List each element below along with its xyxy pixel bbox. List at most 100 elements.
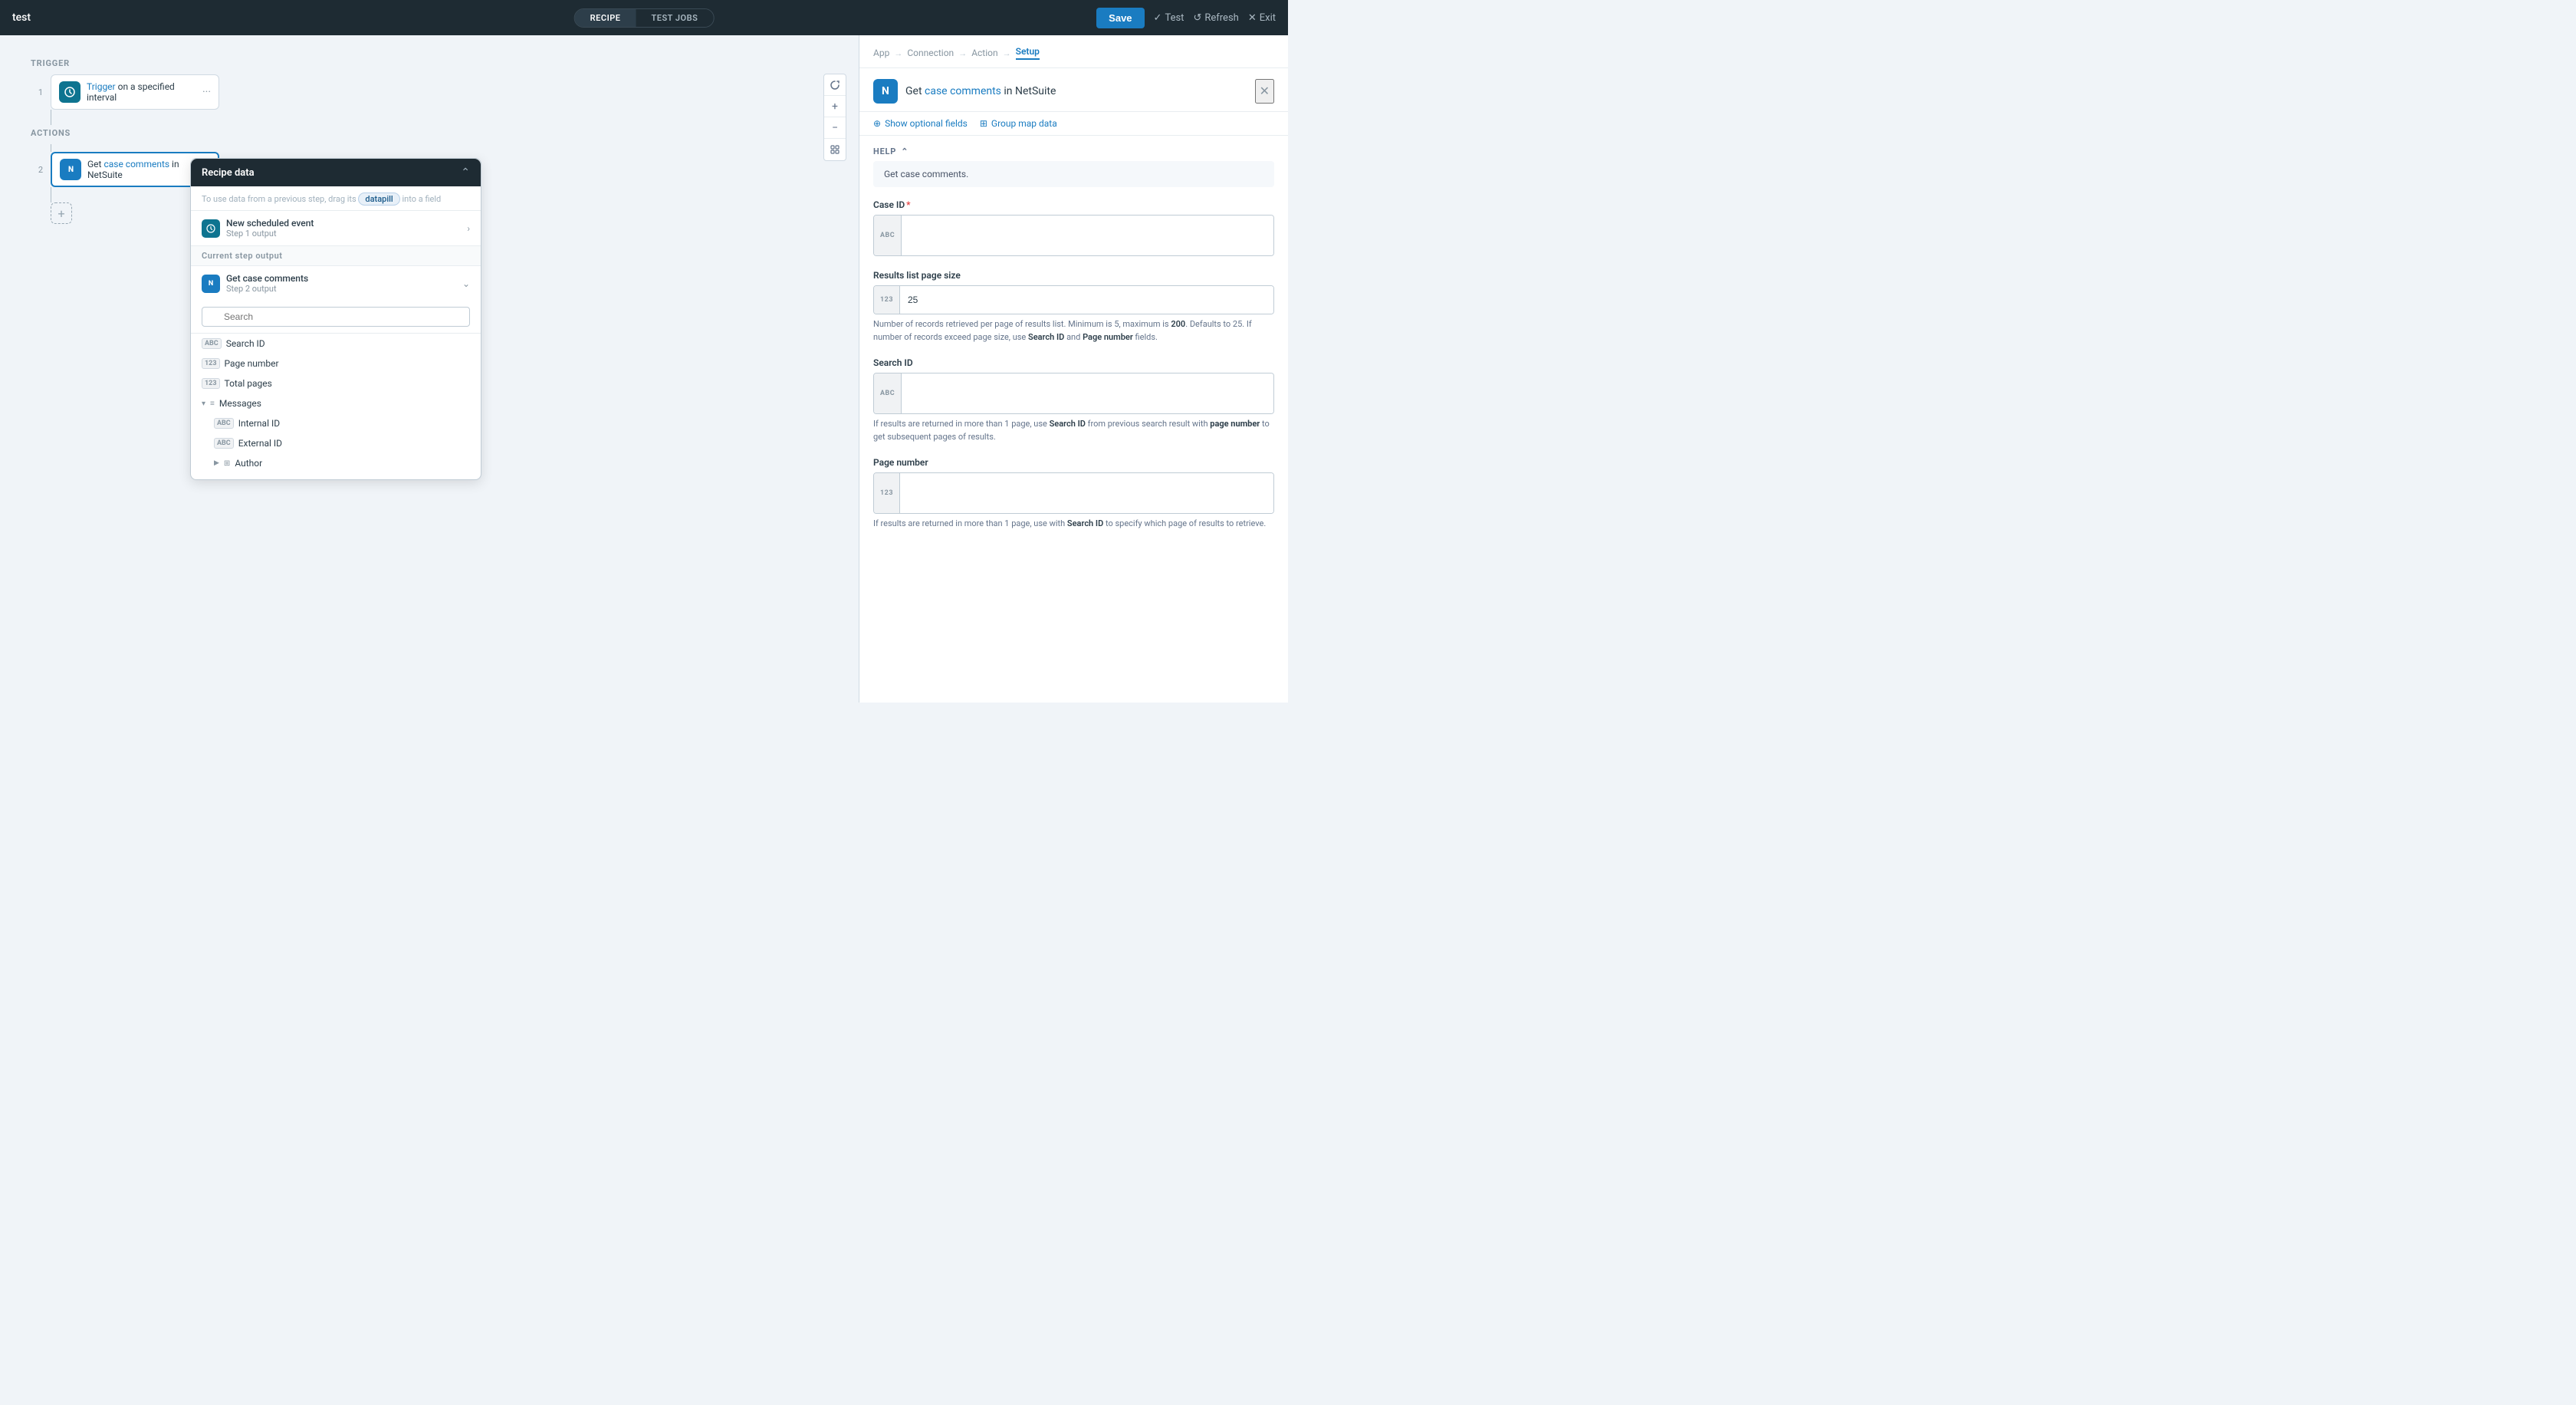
- rdp-step1-item[interactable]: New scheduled event Step 1 output ›: [191, 211, 481, 246]
- rdp-step2-name: Get case comments: [226, 273, 308, 284]
- bc-arrow-2: →: [958, 48, 967, 58]
- rdp-field-total-pages[interactable]: 123 Total pages: [191, 373, 481, 393]
- results-list-section: Results list page size 123 Number of rec…: [873, 270, 1274, 344]
- canvas-area: TRIGGER 1 Trigger on a specified interva…: [0, 35, 859, 702]
- action-text: Get case comments in NetSuite: [87, 159, 196, 180]
- rdp-step1-sub: Step 1 output: [226, 229, 314, 239]
- rdp-step1-chevron: ›: [467, 223, 470, 234]
- search-id-type-badge: ABC: [874, 373, 902, 413]
- rdp-group-author[interactable]: ▶ ⊞ Author: [191, 453, 481, 473]
- rdp-collapse-icon[interactable]: ⌃: [461, 166, 470, 179]
- top-bar-actions: Save ✓ Test ↺ Refresh ✕ Exit: [1096, 8, 1276, 28]
- save-button[interactable]: Save: [1096, 8, 1144, 28]
- page-number-input-wrap: 123: [873, 472, 1274, 514]
- trigger-icon: [59, 81, 80, 103]
- add-step-button[interactable]: +: [51, 202, 72, 224]
- rdp-list-icon: ≡: [210, 400, 215, 408]
- group-icon: ⊞: [980, 118, 987, 129]
- panel-action-title: Get case comments in NetSuite: [905, 85, 1056, 97]
- test-button[interactable]: ✓ Test: [1154, 12, 1184, 24]
- refresh-button[interactable]: ↺ Refresh: [1193, 12, 1238, 24]
- bc-action[interactable]: Action: [971, 48, 997, 58]
- rdp-field-external-id[interactable]: ABC External ID: [191, 433, 481, 453]
- optional-icon: ⊕: [873, 118, 881, 129]
- close-button[interactable]: ✕: [1255, 79, 1274, 104]
- trigger-menu[interactable]: ···: [202, 86, 211, 98]
- action-step-number: 2: [31, 165, 43, 175]
- results-list-input[interactable]: [900, 286, 1273, 314]
- rdp-group-messages[interactable]: ▾ ≡ Messages: [191, 393, 481, 413]
- page-number-desc: If results are returned in more than 1 p…: [873, 518, 1274, 531]
- help-body: Get case comments.: [873, 161, 1274, 187]
- canvas-reset-button[interactable]: [824, 74, 846, 96]
- trigger-step-number: 1: [31, 87, 43, 97]
- rdp-step2-item[interactable]: N Get case comments Step 2 output ⌄: [191, 266, 481, 301]
- tab-test-jobs[interactable]: TEST JOBS: [636, 9, 713, 27]
- rdp-search-wrap: 🔍: [202, 307, 470, 327]
- rdp-field-search-id[interactable]: ABC Search ID: [191, 334, 481, 354]
- search-id-desc: If results are returned in more than 1 p…: [873, 418, 1274, 443]
- rdp-search-input[interactable]: [202, 307, 470, 327]
- case-id-input[interactable]: [902, 216, 1273, 255]
- bc-app[interactable]: App: [873, 48, 889, 58]
- help-section: HELP ⌃ Get case comments.: [873, 146, 1274, 187]
- search-id-input[interactable]: [902, 373, 1273, 413]
- results-list-desc: Number of records retrieved per page of …: [873, 318, 1274, 344]
- rdp-author-grid-icon: ⊞: [224, 459, 230, 468]
- rdp-step1-icon: [202, 219, 220, 238]
- rdp-step1-name: New scheduled event: [226, 218, 314, 229]
- close-icon: ✕: [1248, 12, 1257, 24]
- bc-connection[interactable]: Connection: [907, 48, 954, 58]
- panel-header-left: N Get case comments in NetSuite: [873, 79, 1056, 104]
- help-chevron: ⌃: [901, 146, 909, 156]
- breadcrumb-nav: App → Connection → Action → Setup: [859, 35, 1288, 68]
- fit-view-button[interactable]: [824, 139, 846, 160]
- page-number-type-badge: 123: [874, 473, 900, 513]
- zoom-out-button[interactable]: −: [824, 117, 846, 139]
- tab-group: RECIPE TEST JOBS: [574, 8, 715, 28]
- case-id-required: *: [906, 199, 910, 210]
- rdp-field-internal-id[interactable]: ABC Internal ID: [191, 413, 481, 433]
- search-id-section: Search ID ABC If results are returned in…: [873, 357, 1274, 443]
- results-list-input-wrap: 123: [873, 285, 1274, 314]
- bc-arrow-3: →: [1003, 48, 1011, 58]
- recipe-data-panel: Recipe data ⌃ To use data from a previou…: [190, 158, 481, 480]
- case-id-label: Case ID*: [873, 199, 1274, 210]
- app-title: test: [12, 12, 31, 24]
- tab-recipe[interactable]: RECIPE: [575, 9, 636, 27]
- refresh-icon: ↺: [1193, 12, 1201, 24]
- case-id-section: Case ID* ABC: [873, 199, 1274, 256]
- rdp-step2-left: N Get case comments Step 2 output: [202, 273, 308, 294]
- bc-setup[interactable]: Setup: [1016, 46, 1040, 60]
- rdp-step1-left: New scheduled event Step 1 output: [202, 218, 314, 239]
- results-list-label: Results list page size: [873, 270, 1274, 281]
- rdp-field-page-number[interactable]: 123 Page number: [191, 354, 481, 373]
- rdp-messages-name: Messages: [219, 398, 261, 409]
- panel-options: ⊕ Show optional fields ⊞ Group map data: [859, 112, 1288, 136]
- top-bar: test RECIPE TEST JOBS Save ✓ Test ↺ Refr…: [0, 0, 1288, 35]
- group-map-button[interactable]: ⊞ Group map data: [980, 118, 1057, 129]
- canvas-controls: + −: [823, 74, 846, 161]
- search-id-input-wrap: ABC: [873, 373, 1274, 414]
- trigger-card[interactable]: Trigger on a specified interval ···: [51, 74, 219, 110]
- rdp-step2-icon: N: [202, 275, 220, 293]
- panel-header: N Get case comments in NetSuite ✕: [859, 68, 1288, 112]
- right-panel: App → Connection → Action → Setup N Get …: [859, 35, 1288, 702]
- datapill-label: datapill: [358, 192, 399, 206]
- rdp-header: Recipe data ⌃: [191, 159, 481, 186]
- rdp-current-label: Current step output: [191, 246, 481, 266]
- rdp-subtitle: To use data from a previous step, drag i…: [191, 186, 481, 211]
- bc-arrow-1: →: [894, 48, 902, 58]
- rdp-title: Recipe data: [202, 167, 255, 179]
- panel-app-icon: N: [873, 79, 898, 104]
- exit-button[interactable]: ✕ Exit: [1248, 12, 1276, 24]
- show-optional-button[interactable]: ⊕ Show optional fields: [873, 118, 968, 129]
- rdp-search: 🔍: [191, 301, 481, 334]
- help-header[interactable]: HELP ⌃: [873, 146, 1274, 156]
- zoom-in-button[interactable]: +: [824, 96, 846, 117]
- trigger-row: 1 Trigger on a specified interval ···: [31, 74, 219, 110]
- page-number-input[interactable]: [900, 473, 1273, 513]
- action-icon: N: [60, 159, 81, 180]
- test-icon: ✓: [1154, 12, 1162, 24]
- trigger-label: TRIGGER: [31, 58, 70, 68]
